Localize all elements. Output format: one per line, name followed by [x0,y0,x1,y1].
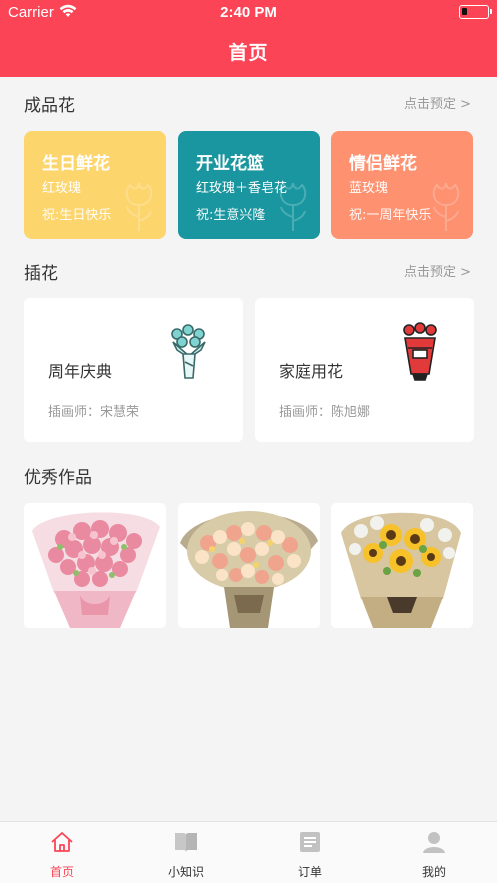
book-icon [173,830,199,858]
finished-card-opening[interactable]: 开业花篮 红玫瑰＋香皂花 祝:生意兴隆 [178,131,320,239]
finished-card-couple[interactable]: 情侣鲜花 蓝玫瑰 祝:一周年快乐 [331,131,473,239]
tab-bar: 首页 小知识 订单 我的 [0,821,497,883]
card-name: 开业花篮 [196,154,264,174]
user-icon [422,830,446,858]
work-image-pink-bouquet[interactable] [24,503,166,628]
red-bouquet-icon [403,322,437,381]
finished-card-birthday[interactable]: 生日鲜花 红玫瑰 祝:生日快乐 [24,131,166,239]
tab-label: 小知识 [167,865,204,879]
card-artist: 插画师：陈旭娜 [279,405,371,420]
arrangement-book-link[interactable]: 点击预定 > [404,261,471,280]
section-title-works: 优秀作品 [24,468,92,488]
card-name: 生日鲜花 [42,154,110,174]
home-icon [50,830,74,858]
tab-label: 我的 [421,865,446,879]
finished-book-link[interactable]: 点击预定 > [404,93,471,112]
tab-label: 订单 [297,865,322,879]
rose-icon [432,182,460,231]
status-time: 2:40 PM [220,4,277,21]
rose-icon [279,182,307,231]
rose-icon [125,182,153,231]
tab-label: 首页 [49,865,74,879]
tab-mine[interactable]: 我的 [372,822,496,883]
order-icon [299,830,321,858]
status-bar: Carrier 2:40 PM [0,0,497,26]
page-title: 首页 [228,42,269,64]
card-wish: 祝:一周年快乐 [349,208,432,223]
battery-icon [459,5,492,19]
card-name: 情侣鲜花 [349,154,417,174]
card-artist: 插画师：宋慧荣 [48,405,140,420]
card-name: 家庭用花 [279,362,344,381]
section-title-finished: 成品花 [24,96,75,116]
card-wish: 祝:生意兴隆 [196,208,266,223]
tab-home[interactable]: 首页 [0,822,124,883]
tab-orders[interactable]: 订单 [248,822,372,883]
work-image-mixed-roses[interactable] [178,503,320,628]
card-wish: 祝:生日快乐 [42,208,112,223]
arrangement-card-home[interactable]: 家庭用花 插画师：陈旭娜 [255,298,474,442]
work-image-sunflowers[interactable] [331,503,473,628]
card-name: 周年庆典 [48,362,113,381]
section-title-arrangement: 插花 [24,264,58,284]
teal-bouquet-icon [171,324,206,379]
card-flower: 红玫瑰 [42,181,82,196]
card-flower: 蓝玫瑰 [349,181,389,196]
arrangement-card-anniversary[interactable]: 周年庆典 插画师：宋慧荣 [24,298,243,442]
tab-knowledge[interactable]: 小知识 [124,822,248,883]
nav-header: Carrier 2:40 PM 首页 [0,0,497,77]
